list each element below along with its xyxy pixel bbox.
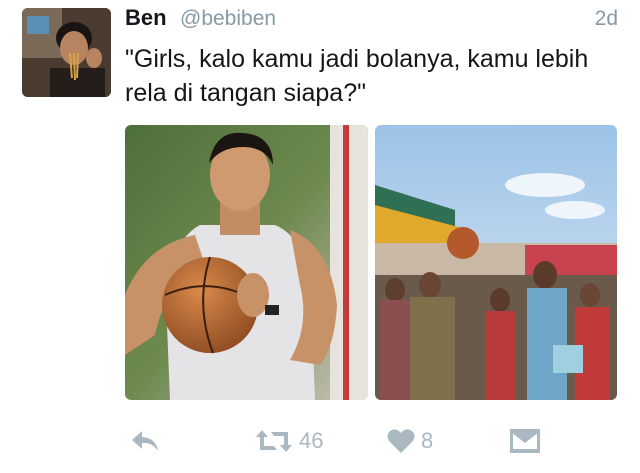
user-handle[interactable]: @bebiben — [180, 7, 276, 31]
user-name[interactable]: Ben — [125, 5, 167, 31]
reply-icon — [132, 431, 158, 451]
avatar-image — [22, 8, 111, 97]
retweet-count: 46 — [299, 428, 324, 453]
retweet-icon — [256, 430, 292, 452]
avatar[interactable] — [22, 8, 111, 97]
tweet-text: "Girls, kalo kamu jadi bolanya, kamu leb… — [125, 45, 589, 107]
heart-icon — [387, 429, 415, 453]
like-button[interactable]: 8 — [387, 422, 433, 460]
basketball-player-photo — [125, 125, 368, 400]
retweet-button[interactable]: 46 — [255, 422, 323, 460]
reply-button[interactable] — [130, 422, 160, 460]
tweet-photo-right[interactable] — [375, 125, 617, 400]
envelope-icon — [510, 429, 540, 453]
crowd-basketball-photo — [375, 125, 617, 400]
direct-message-button[interactable] — [510, 422, 540, 460]
tweet-timestamp[interactable]: 2d — [595, 7, 618, 31]
tweet-photo-left[interactable] — [125, 125, 368, 400]
like-count: 8 — [421, 428, 434, 453]
tweet-actions: 46 8 — [0, 422, 640, 462]
tweet-card[interactable]: Ben @bebiben 2d "Girls, kalo kamu jadi b… — [0, 0, 640, 473]
